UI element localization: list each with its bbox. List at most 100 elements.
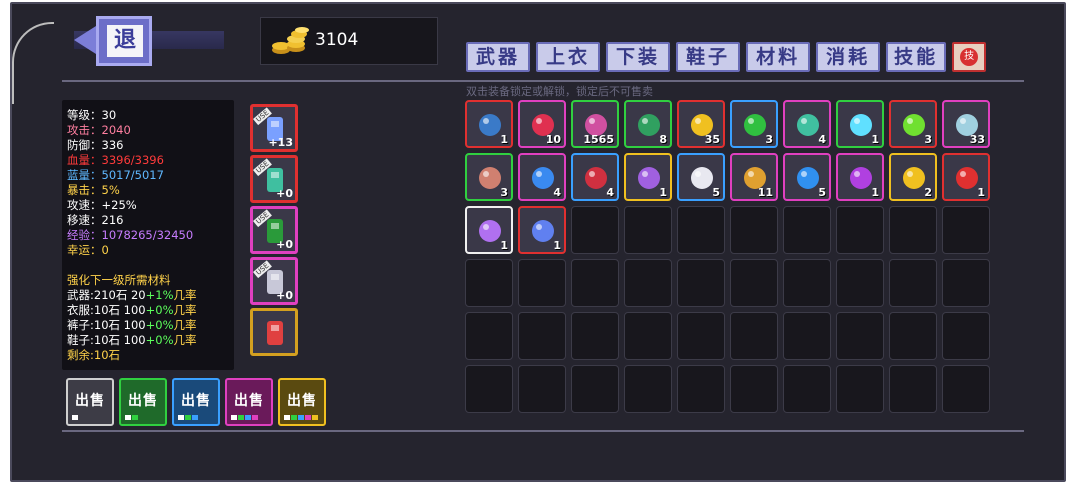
equip-slot[interactable] [250, 308, 298, 356]
empty-slot[interactable] [677, 259, 725, 307]
empty-slot[interactable] [783, 365, 831, 413]
empty-slot[interactable] [518, 259, 566, 307]
empty-slot[interactable] [836, 312, 884, 360]
empty-slot[interactable] [624, 312, 672, 360]
empty-slot[interactable] [465, 312, 513, 360]
empty-slot[interactable] [518, 312, 566, 360]
empty-slot[interactable] [571, 312, 619, 360]
upgrade-row: 衣服:10石 100+0%几率 [67, 303, 234, 318]
inventory-item[interactable]: 1565 [571, 100, 619, 148]
empty-slot[interactable] [889, 312, 937, 360]
empty-slot[interactable] [677, 206, 725, 254]
inventory-item[interactable]: 1 [465, 206, 513, 254]
inventory-item[interactable]: 1 [465, 100, 513, 148]
item-count: 8 [659, 133, 667, 146]
equip-slot[interactable]: USE +0 [250, 155, 298, 203]
sell-button[interactable]: 出售 [225, 378, 273, 426]
inventory-item[interactable]: 10 [518, 100, 566, 148]
equip-slot[interactable]: USE +0 [250, 206, 298, 254]
tab-skill[interactable]: 技能 [886, 42, 947, 72]
empty-slot[interactable] [783, 259, 831, 307]
inventory-item[interactable]: 3 [465, 153, 513, 201]
stat-label: 暴击 [67, 183, 90, 197]
sell-label: 出售 [234, 393, 264, 409]
empty-slot[interactable] [783, 312, 831, 360]
tab-material[interactable]: 材料 [746, 42, 811, 72]
item-count: 1 [977, 186, 985, 199]
stat-label: 幸运 [67, 243, 90, 257]
empty-slot[interactable] [942, 259, 990, 307]
empty-slot[interactable] [465, 259, 513, 307]
inventory-item[interactable]: 1 [624, 153, 672, 201]
inventory-item[interactable]: 4 [571, 153, 619, 201]
empty-slot[interactable] [783, 206, 831, 254]
inventory-item[interactable]: 4 [783, 100, 831, 148]
empty-slot[interactable] [624, 365, 672, 413]
empty-slot[interactable] [730, 312, 778, 360]
inventory-item[interactable]: 4 [518, 153, 566, 201]
inventory-item[interactable]: 3 [730, 100, 778, 148]
tab-weapon[interactable]: 武器 [466, 42, 531, 72]
tab-top[interactable]: 上衣 [536, 42, 601, 72]
sell-button[interactable]: 出售 [278, 378, 326, 426]
inventory-item[interactable]: 1 [518, 206, 566, 254]
tab-bottom[interactable]: 下装 [606, 42, 671, 72]
inventory-item[interactable]: 35 [677, 100, 725, 148]
inventory-item[interactable]: 5 [677, 153, 725, 201]
empty-slot[interactable] [677, 365, 725, 413]
upgrade-remaining: 剩余:10石 [67, 348, 121, 362]
inventory-item[interactable]: 1 [942, 153, 990, 201]
gold-counter: 3104 [260, 17, 438, 65]
back-button[interactable]: 退 [74, 16, 224, 66]
inventory-item[interactable]: 3 [889, 100, 937, 148]
inventory-item[interactable]: 8 [624, 100, 672, 148]
rarity-indicator [284, 415, 318, 420]
stat-value: 216 [101, 213, 124, 227]
category-tabs: 武器 上衣 下装 鞋子 材料 消耗 技能 技 [466, 42, 987, 72]
sell-button[interactable]: 出售 [66, 378, 114, 426]
empty-slot[interactable] [942, 312, 990, 360]
inventory-item[interactable]: 5 [783, 153, 831, 201]
empty-slot[interactable] [571, 206, 619, 254]
empty-slot[interactable] [836, 259, 884, 307]
empty-slot[interactable] [624, 259, 672, 307]
empty-slot[interactable] [889, 365, 937, 413]
empty-slot[interactable] [518, 365, 566, 413]
empty-slot[interactable] [836, 206, 884, 254]
upgrade-suffix: 几率 [173, 303, 197, 317]
equip-slot[interactable]: USE +13 [250, 104, 298, 152]
stat-row: 血量：3396/3396 [67, 153, 164, 167]
equip-slot[interactable]: USE +0 [250, 257, 298, 305]
item-count: 4 [606, 186, 614, 199]
stat-value: 5% [101, 183, 120, 197]
empty-slot[interactable] [942, 206, 990, 254]
sell-label: 出售 [128, 393, 158, 409]
empty-slot[interactable] [836, 365, 884, 413]
empty-slot[interactable] [730, 259, 778, 307]
inventory-item[interactable]: 11 [730, 153, 778, 201]
empty-slot[interactable] [571, 259, 619, 307]
rarity-indicator [231, 415, 258, 420]
empty-slot[interactable] [624, 206, 672, 254]
empty-slot[interactable] [571, 365, 619, 413]
inventory-item[interactable]: 33 [942, 100, 990, 148]
empty-slot[interactable] [889, 259, 937, 307]
tab-shoes[interactable]: 鞋子 [676, 42, 741, 72]
sell-button[interactable]: 出售 [119, 378, 167, 426]
empty-slot[interactable] [942, 365, 990, 413]
empty-slot[interactable] [465, 365, 513, 413]
item-count: 1 [500, 133, 508, 146]
inventory-item[interactable]: 1 [836, 153, 884, 201]
inventory-item[interactable]: 1 [836, 100, 884, 148]
empty-slot[interactable] [889, 206, 937, 254]
sell-button[interactable]: 出售 [172, 378, 220, 426]
back-label: 退 [107, 25, 143, 57]
empty-slot[interactable] [677, 312, 725, 360]
inventory-item[interactable]: 2 [889, 153, 937, 201]
tab-consumable[interactable]: 消耗 [816, 42, 881, 72]
refresh-button[interactable]: 技 [952, 42, 987, 72]
upgrade-bonus: +0% [145, 318, 174, 332]
empty-slot[interactable] [730, 365, 778, 413]
stat-row: 攻击：2040 [67, 123, 131, 137]
empty-slot[interactable] [730, 206, 778, 254]
